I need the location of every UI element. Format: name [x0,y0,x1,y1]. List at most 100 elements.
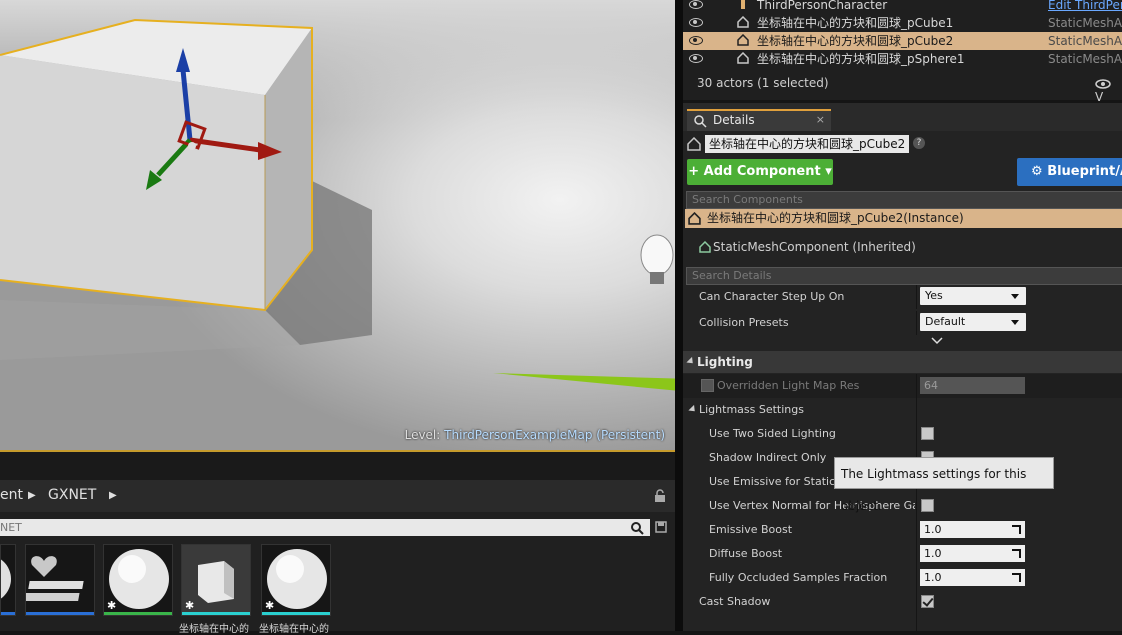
outliner-row-selected[interactable]: 坐标轴在中心的方块和圆球_pCube2 StaticMeshAc [683,32,1122,50]
outliner-row-type[interactable]: Edit ThirdPer [1048,0,1122,14]
search-icon[interactable] [630,521,644,535]
save-icon[interactable] [655,521,667,533]
eye-icon[interactable] [689,36,703,45]
column-divider[interactable] [916,590,917,614]
cast-shadow-checkbox[interactable] [921,595,934,608]
outliner-row[interactable]: ThirdPersonCharacter Edit ThirdPer [683,0,1122,14]
star-icon: ✱ [265,599,275,612]
level-prefix: Level: [404,428,441,442]
outliner-row[interactable]: 坐标轴在中心的方块和圆球_pSphere1 StaticMeshAc [683,50,1122,68]
collapse-triangle-icon [688,404,698,415]
column-divider[interactable] [916,398,917,422]
component-instance-row[interactable]: 坐标轴在中心的方块和圆球_pCube2(Instance) [685,209,1122,228]
outliner-row-type: StaticMeshAc [1048,52,1122,66]
asset-caption: 坐标轴在中心的 [179,624,249,635]
column-divider[interactable] [916,614,917,631]
tab-details[interactable]: Details × [687,109,831,131]
column-divider[interactable] [916,422,917,446]
column-divider[interactable] [916,311,917,335]
breadcrumb: ent ▶ GXNET ▶ [0,480,675,512]
viewport-splitter[interactable] [0,452,675,480]
eye-icon[interactable] [689,54,703,63]
vertex-normal-checkbox[interactable] [921,499,934,512]
breadcrumb-item[interactable]: GXNET [48,487,96,503]
prop-label: Cast Shadow [699,595,771,608]
eye-icon [1095,78,1111,89]
asset-thumbnail[interactable] [25,544,95,616]
asset-thumbnail-selected[interactable]: ✱ [181,544,251,616]
asset-thumbnail[interactable]: ✱ [103,544,173,616]
level-viewport[interactable]: Level: ThirdPersonExampleMap (Persistent… [0,0,675,452]
collapse-triangle-icon [686,356,696,367]
help-icon[interactable]: ? [913,137,925,149]
search-details-input[interactable]: Search Details [686,267,1122,285]
expand-advanced-icon[interactable] [931,337,943,345]
prop-overridden-lightmap: Overridden Light Map Res 64 [683,374,1122,398]
outliner-row-type: StaticMeshAc [1048,34,1122,48]
occluded-samples-input[interactable]: 1.0 [920,569,1025,586]
gizmo-center[interactable] [188,142,196,150]
eye-icon[interactable] [689,18,703,27]
prop-lightmass-settings[interactable]: Lightmass Settings [683,398,1122,422]
chevron-right-icon[interactable]: ▶ [28,490,36,501]
category-lighting[interactable]: Lighting [683,351,1122,373]
content-search-input[interactable]: NET [0,519,650,536]
outliner-row-label: 坐标轴在中心的方块和圆球_pCube1 [757,16,954,30]
outliner-row-label: ThirdPersonCharacter [757,0,888,12]
static-mesh-component-icon [699,241,711,253]
component-inherited-row[interactable]: StaticMeshComponent (Inherited) [685,238,1122,256]
two-sided-checkbox[interactable] [921,427,934,440]
lightbulb-icon[interactable] [640,234,674,276]
close-icon[interactable]: × [816,113,825,126]
column-divider[interactable] [916,285,917,309]
can-step-up-dropdown[interactable]: Yes [920,287,1026,305]
eye-icon[interactable] [689,0,703,9]
chevron-right-icon[interactable]: ▶ [109,490,117,501]
prop-emissive-boost: Emissive Boost 1.0 [683,518,1122,542]
static-mesh-icon [737,52,749,64]
outliner-row[interactable]: 坐标轴在中心的方块和圆球_pCube1 StaticMeshAc [683,14,1122,32]
static-mesh-icon [737,34,749,46]
star-icon: ✱ [185,599,195,612]
blueprint-button[interactable]: ⚙ Blueprint/A [1017,158,1122,186]
asset-type-bar [262,612,330,615]
overridden-lightmap-checkbox[interactable] [701,379,714,392]
asset-caption: 坐标轴在中心的 [259,624,329,635]
prop-label: Overridden Light Map Res [717,379,860,392]
prop-label: Lightmass Settings [699,403,804,416]
asset-type-bar [26,612,94,615]
static-mesh-icon [687,137,701,151]
breadcrumb-item[interactable]: ent [0,487,23,503]
details-body: 坐标轴在中心的方块和圆球_pCube2 ? + Add Component ▾ … [683,131,1122,631]
actors-count: 30 actors (1 selected) [697,76,829,90]
search-components-input[interactable]: Search Components [686,191,1122,209]
overridden-lightmap-value[interactable]: 64 [920,377,1025,394]
collision-presets-dropdown[interactable]: Default [920,313,1026,331]
view-options-button[interactable]: V [1095,76,1122,104]
asset-thumbnail[interactable]: ✱ [261,544,331,616]
column-divider[interactable] [916,566,917,590]
lock-icon[interactable] [653,489,667,503]
prop-occluded-samples: Fully Occluded Samples Fraction 1.0 [683,566,1122,590]
column-divider[interactable] [916,374,917,398]
add-component-button[interactable]: + Add Component ▾ [687,159,833,185]
prop-label: Use Vertex Normal for Hemisphere Gathe [709,499,915,512]
actor-name-field[interactable]: 坐标轴在中心的方块和圆球_pCube2 [705,135,910,153]
panel-splitter[interactable] [675,0,683,631]
details-search-icon [694,115,707,128]
column-divider[interactable] [916,542,917,566]
cube-front-face[interactable] [0,55,265,310]
blueprint-label: Blueprint/A [1047,164,1122,179]
asset-thumbnail[interactable] [0,544,16,616]
category-lighting-label: Lighting [697,355,753,369]
level-name: ThirdPersonExampleMap (Persistent) [444,428,665,442]
outliner-row-label: 坐标轴在中心的方块和圆球_pSphere1 [757,52,965,66]
component-instance-label: 坐标轴在中心的方块和圆球_pCube2(Instance) [707,211,964,225]
diffuse-boost-input[interactable]: 1.0 [920,545,1025,562]
column-divider[interactable] [916,494,917,518]
heart-material-icon [26,556,84,601]
prop-label: Diffuse Boost [709,547,783,560]
emissive-boost-input[interactable]: 1.0 [920,521,1025,538]
content-browser: ent ▶ GXNET ▶ NET ✱ ✱ ✱ 坐标轴在中心的 坐标轴在中心的 [0,480,675,635]
column-divider[interactable] [916,518,917,542]
